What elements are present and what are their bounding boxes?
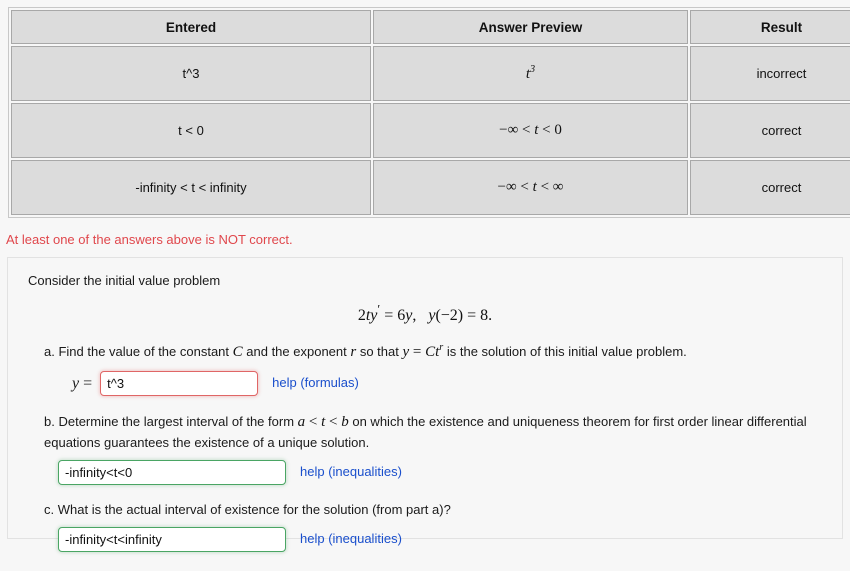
math-expression-y-equals-Ctr: y = Ctr xyxy=(402,342,444,361)
column-header-entered: Entered xyxy=(11,10,371,44)
column-header-answer-preview: Answer Preview xyxy=(373,10,688,44)
answer-preview-cell: t3 xyxy=(373,46,688,101)
part-c-statement: c. What is the actual interval of existe… xyxy=(44,501,451,517)
part-b-answer-input[interactable] xyxy=(58,459,286,485)
entered-answer-cell: -infinity < t < infinity xyxy=(11,160,371,215)
entered-answer-cell: t < 0 xyxy=(11,103,371,158)
part-b-answer-row: help (inequalities) xyxy=(58,459,828,485)
table-row: t^3 t3 incorrect xyxy=(11,46,850,101)
part-a-answer-row: y = help (formulas) xyxy=(72,371,828,397)
part-a-answer-input[interactable] xyxy=(100,371,259,397)
math-symbol-C: C xyxy=(232,344,243,361)
entered-answer-cell: t^3 xyxy=(11,46,371,101)
table-row: -infinity < t < infinity −∞ < t < ∞ corr… xyxy=(11,160,850,215)
answer-preview-cell: −∞ < t < 0 xyxy=(373,103,688,158)
column-header-result: Result xyxy=(690,10,850,44)
result-status-badge: correct xyxy=(690,160,850,215)
problem-panel: Consider the initial value problem 2ty′ … xyxy=(7,257,843,552)
problem-intro-text: Consider the initial value problem xyxy=(28,273,221,288)
problem-part-b: b. Determine the largest interval of the… xyxy=(44,412,828,485)
math-preview-interval: −∞ < t < 0 xyxy=(499,122,562,138)
part-b-statement: b. Determine the largest interval of the… xyxy=(44,414,807,450)
table-row: t < 0 −∞ < t < 0 correct xyxy=(11,103,850,158)
result-status-badge: correct xyxy=(690,103,850,158)
problem-part-c: c. What is the actual interval of existe… xyxy=(44,501,828,552)
equation-math: 2ty′ = 6y, y(−2) = 8. xyxy=(357,303,493,325)
part-c-help-link[interactable]: help (inequalities) xyxy=(300,530,402,549)
part-a-statement: a. Find the value of the constant C and … xyxy=(44,342,687,361)
result-status-badge: incorrect xyxy=(690,46,850,101)
results-table: Entered Answer Preview Result t^3 t3 inc… xyxy=(8,7,850,218)
results-table-container: Entered Answer Preview Result t^3 t3 inc… xyxy=(8,7,850,218)
problem-part-a: a. Find the value of the constant C and … xyxy=(44,341,828,397)
table-header-row: Entered Answer Preview Result xyxy=(11,10,850,44)
answer-preview-cell: −∞ < t < ∞ xyxy=(373,160,688,215)
math-preview-interval: −∞ < t < ∞ xyxy=(497,179,564,195)
part-a-help-link[interactable]: help (formulas) xyxy=(272,374,359,393)
math-preview-power: t3 xyxy=(525,64,536,82)
part-b-help-link[interactable]: help (inequalities) xyxy=(300,463,402,482)
grading-warning-message: At least one of the answers above is NOT… xyxy=(6,232,293,247)
math-expression-a-lt-t-lt-b: a < t < b xyxy=(297,414,349,431)
part-a-y-prefix: y = xyxy=(72,374,93,392)
problem-equation: 2ty′ = 6y, y(−2) = 8. xyxy=(22,303,828,325)
part-c-answer-input[interactable] xyxy=(58,526,286,552)
part-c-answer-row: help (inequalities) xyxy=(58,526,828,552)
